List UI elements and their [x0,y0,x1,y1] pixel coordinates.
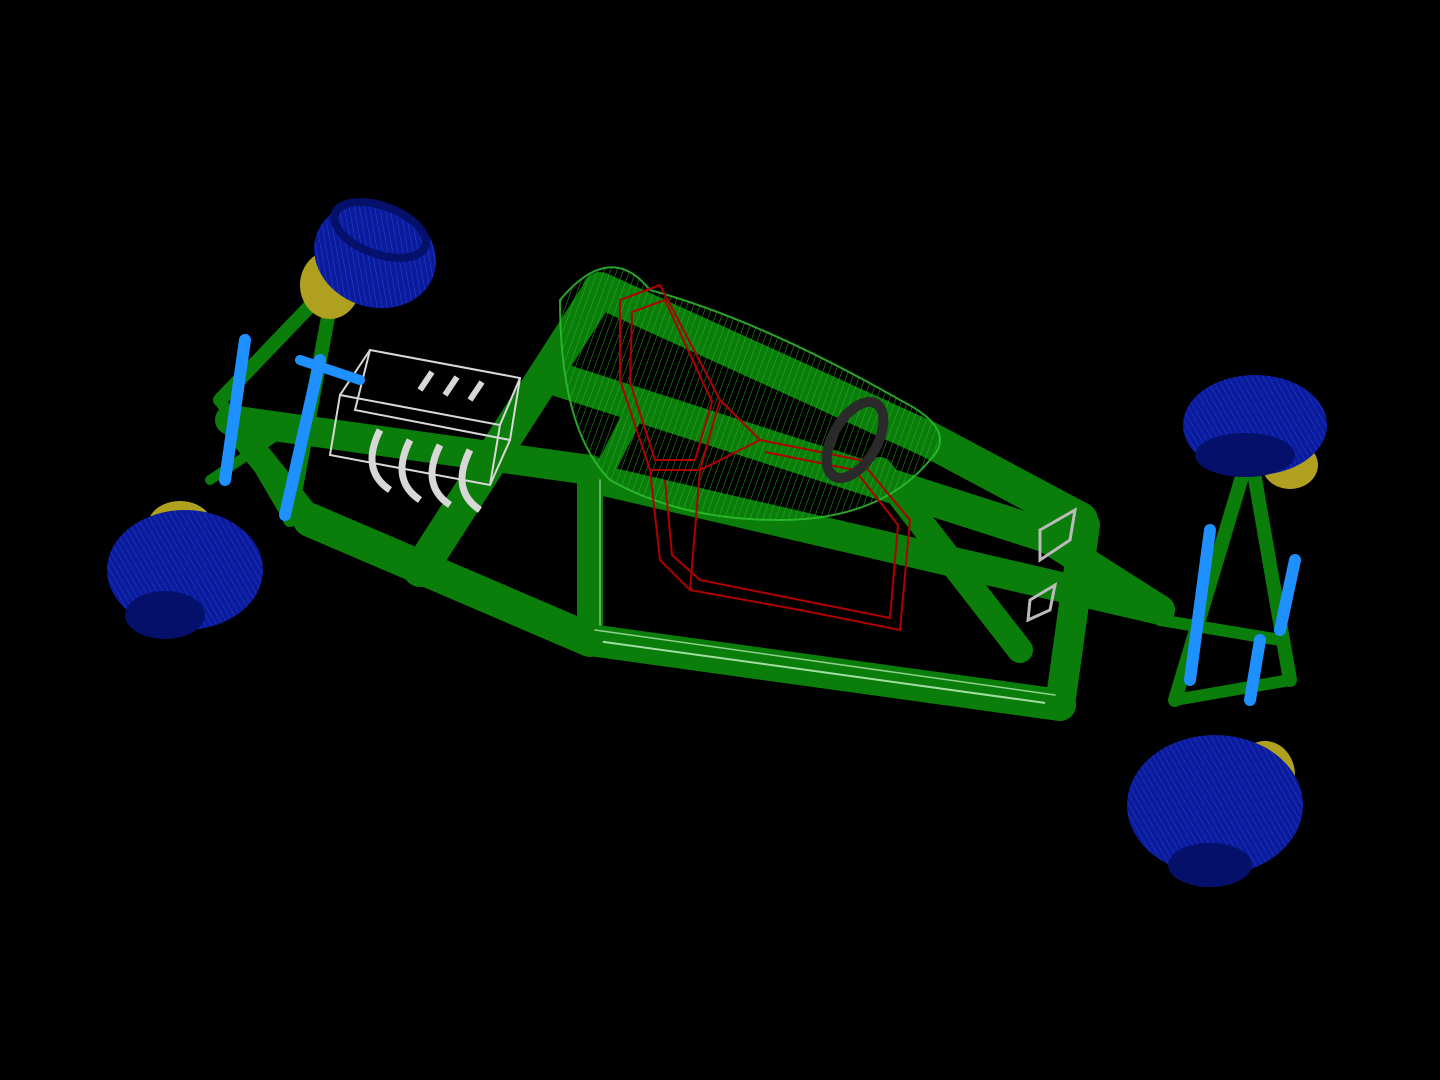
wheel-rear-upper [1183,375,1327,489]
wheel-rear-lower [1127,735,1303,887]
wheel-front-lower [107,501,263,639]
frame-body-wire [558,266,941,522]
frame [215,266,1175,721]
damper [1274,554,1301,636]
rear-suspension [1154,443,1301,707]
damper [295,355,365,385]
suspension-arm [1168,443,1257,707]
wheel-front-upper [300,198,436,319]
frame-tube [589,639,1061,706]
chassis-wireframe-scene [107,198,1327,887]
3d-viewport[interactable] [0,0,1440,1080]
